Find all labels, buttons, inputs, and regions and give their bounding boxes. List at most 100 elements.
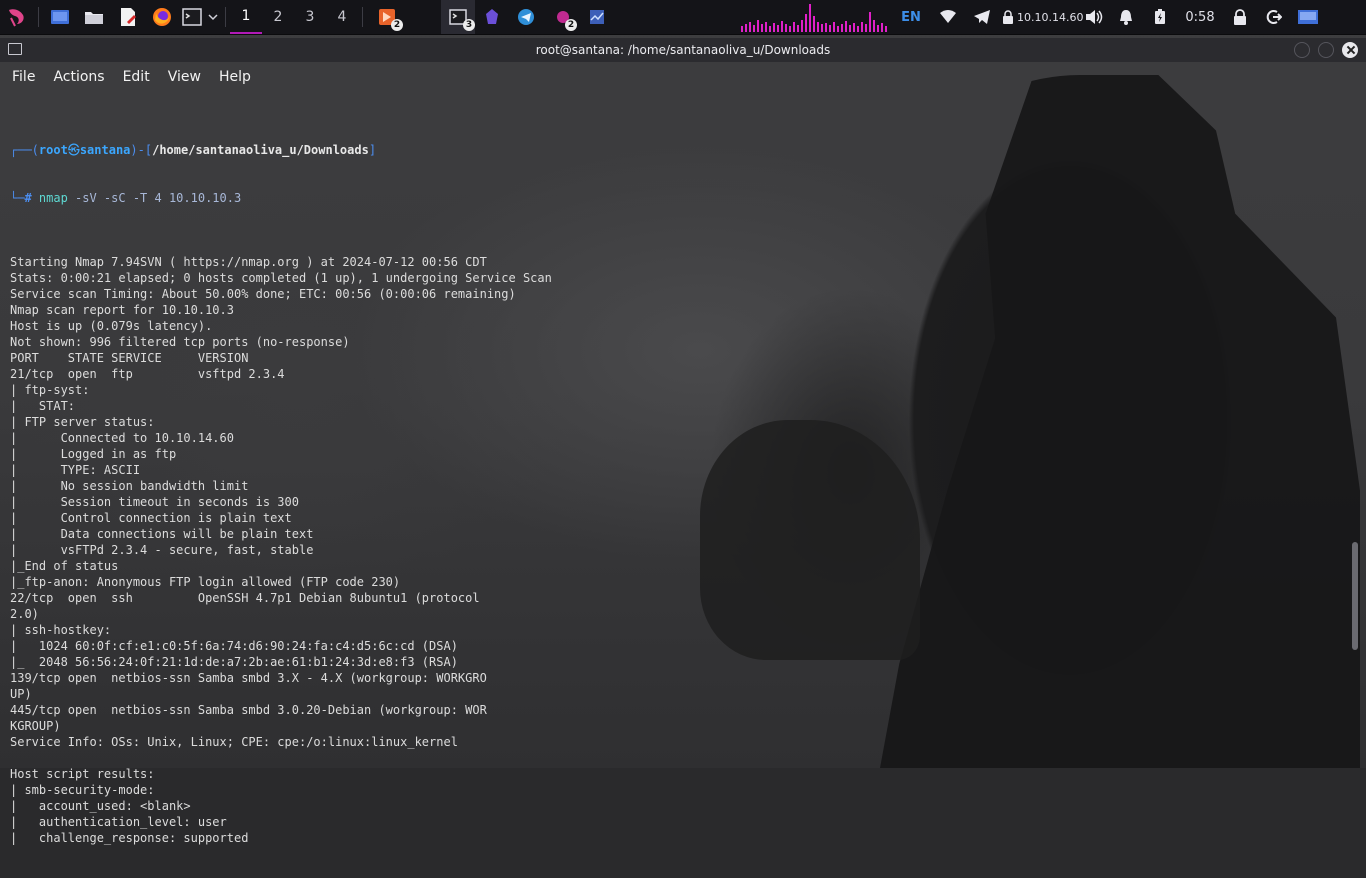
- menu-view[interactable]: View: [162, 69, 207, 85]
- output-line: PORT STATE SERVICE VERSION: [10, 351, 249, 365]
- menu-edit[interactable]: Edit: [117, 69, 156, 85]
- output-line: | FTP server status:: [10, 415, 155, 429]
- output-line: Nmap scan report for 10.10.10.3: [10, 303, 234, 317]
- output-line: | Control connection is plain text: [10, 511, 292, 525]
- lock-screen-icon[interactable]: [1223, 0, 1257, 34]
- output-line: 445/tcp open netbios-ssn Samba smbd 3.0.…: [10, 703, 487, 717]
- output-line: | vsFTPd 2.3.4 - secure, fast, stable: [10, 543, 314, 557]
- vpn-ip[interactable]: 10.10.14.60: [1017, 0, 1083, 34]
- output-line: KGROUP): [10, 719, 61, 733]
- output-line: |_ 2048 56:56:24:0f:21:1d:de:a7:2b:ae:61…: [10, 655, 458, 669]
- window-title: root@santana: /home/santanaoliva_u/Downl…: [535, 43, 831, 57]
- menu-bar: File Actions Edit View Help: [0, 64, 1366, 90]
- output-line: | Logged in as ftp: [10, 447, 177, 461]
- kali-menu-icon[interactable]: [0, 0, 34, 34]
- command-name: nmap: [38, 191, 68, 205]
- top-panel: 1 2 3 4 2 3 2 EN 10.10.14.60 0:58: [0, 0, 1366, 35]
- network-activity-graph: [741, 0, 891, 34]
- menu-actions[interactable]: Actions: [47, 69, 110, 85]
- notifications-bell-icon[interactable]: [1109, 0, 1143, 34]
- output-line: | Data connections will be plain text: [10, 527, 314, 541]
- wifi-icon[interactable]: [931, 0, 965, 34]
- output-line: Service Info: OSs: Unix, Linux; CPE: cpe…: [10, 735, 458, 749]
- file-manager-icon[interactable]: [77, 0, 111, 34]
- logout-icon[interactable]: [1257, 0, 1291, 34]
- output-line: | authentication_level: user: [10, 815, 227, 829]
- output-line: 22/tcp open ssh OpenSSH 4.7p1 Debian 8ub…: [10, 591, 487, 605]
- output-line: 2.0): [10, 607, 39, 621]
- menu-file[interactable]: File: [6, 69, 41, 85]
- close-button[interactable]: [1342, 42, 1358, 58]
- chevron-down-icon[interactable]: [205, 0, 221, 34]
- task-count-badge: 2: [391, 19, 403, 31]
- obsidian-icon: [486, 9, 498, 24]
- window-titlebar[interactable]: root@santana: /home/santanaoliva_u/Downl…: [0, 38, 1366, 62]
- output-line: Host script results:: [10, 767, 155, 781]
- scan-output: Starting Nmap 7.94SVN ( https://nmap.org…: [10, 238, 1340, 846]
- output-line: Starting Nmap 7.94SVN ( https://nmap.org…: [10, 255, 487, 269]
- text-editor-icon[interactable]: [111, 0, 145, 34]
- task-telegram[interactable]: [509, 0, 543, 34]
- output-line: 21/tcp open ftp vsftpd 2.3.4: [10, 367, 285, 381]
- prompt-frame: )-[: [130, 143, 153, 157]
- volume-icon[interactable]: [1079, 0, 1109, 34]
- task-terminal[interactable]: 3: [441, 0, 475, 34]
- task-app-group[interactable]: 2: [543, 0, 583, 34]
- workspace-3[interactable]: 3: [294, 0, 326, 34]
- output-line: Stats: 0:00:21 elapsed; 0 hosts complete…: [10, 271, 552, 285]
- terminal-output[interactable]: ┌──(root㉿santana)-[/home/santanaoliva_u/…: [10, 110, 1340, 878]
- minimize-button[interactable]: [1294, 42, 1310, 58]
- vpn-lock-icon[interactable]: [999, 0, 1017, 34]
- output-line: Service scan Timing: About 50.00% done; …: [10, 287, 516, 301]
- task-monitor[interactable]: [583, 0, 611, 34]
- output-line: | account_used: <blank>: [10, 799, 191, 813]
- prompt-host: santana: [79, 143, 131, 157]
- task-count-badge: 3: [463, 19, 475, 31]
- prompt-frame: ┌──(: [10, 143, 39, 157]
- output-line: | 1024 60:0f:cf:e1:c0:5f:6a:74:d6:90:24:…: [10, 639, 458, 653]
- output-line: | Connected to 10.10.14.60: [10, 431, 234, 445]
- terminal-window-icon[interactable]: [8, 43, 22, 55]
- output-line: Not shown: 996 filtered tcp ports (no-re…: [10, 335, 350, 349]
- command-args: -sV -sC -T 4 10.10.10.3: [67, 191, 242, 205]
- telegram-tray-icon[interactable]: [965, 0, 999, 34]
- show-desktop-icon[interactable]: [43, 0, 77, 34]
- terminal-launcher-icon[interactable]: [179, 0, 205, 34]
- keyboard-layout[interactable]: EN: [891, 0, 931, 34]
- language-indicator: EN: [901, 9, 921, 25]
- output-line: 139/tcp open netbios-ssn Samba smbd 3.X …: [10, 671, 487, 685]
- terminal-scrollbar[interactable]: [1352, 542, 1358, 650]
- maximize-button[interactable]: [1318, 42, 1334, 58]
- output-line: UP): [10, 687, 32, 701]
- firefox-icon[interactable]: [145, 0, 179, 34]
- output-line: | smb-security-mode:: [10, 783, 162, 797]
- prompt-at-symbol: ㉿: [67, 143, 80, 157]
- output-line: | ssh-hostkey:: [10, 623, 119, 637]
- prompt-frame: ]: [368, 143, 377, 157]
- output-line: |_End of status: [10, 559, 119, 573]
- workspace-4[interactable]: 4: [326, 0, 358, 34]
- workspace-1[interactable]: 1: [230, 0, 262, 34]
- output-line: | challenge_response: supported: [10, 831, 249, 845]
- prompt-line-1: ┌──(root㉿santana)-[/home/santanaoliva_u/…: [10, 142, 1340, 158]
- menu-help[interactable]: Help: [213, 69, 257, 85]
- prompt-line-2: └─# nmap -sV -sC -T 4 10.10.10.3: [10, 190, 1340, 206]
- task-spacer: [407, 0, 441, 34]
- output-line: | ftp-syst:: [10, 383, 97, 397]
- clock[interactable]: 0:58: [1177, 0, 1223, 34]
- output-line: |_ftp-anon: Anonymous FTP login allowed …: [10, 575, 401, 589]
- task-count-badge: 2: [565, 19, 577, 31]
- telegram-icon: [518, 9, 534, 25]
- workspace-2[interactable]: 2: [262, 0, 294, 34]
- terminal-window: root@santana: /home/santanaoliva_u/Downl…: [0, 38, 1366, 845]
- battery-icon[interactable]: [1143, 0, 1177, 34]
- clock-time: 0:58: [1185, 9, 1215, 25]
- prompt-path: /home/santanaoliva_u/Downloads: [152, 143, 369, 157]
- output-line: | Session timeout in seconds is 300: [10, 495, 299, 509]
- output-line: | TYPE: ASCII: [10, 463, 141, 477]
- task-burpsuite[interactable]: 2: [367, 0, 407, 34]
- workspace-switcher-icon[interactable]: [1291, 0, 1325, 34]
- task-obsidian[interactable]: [475, 0, 509, 34]
